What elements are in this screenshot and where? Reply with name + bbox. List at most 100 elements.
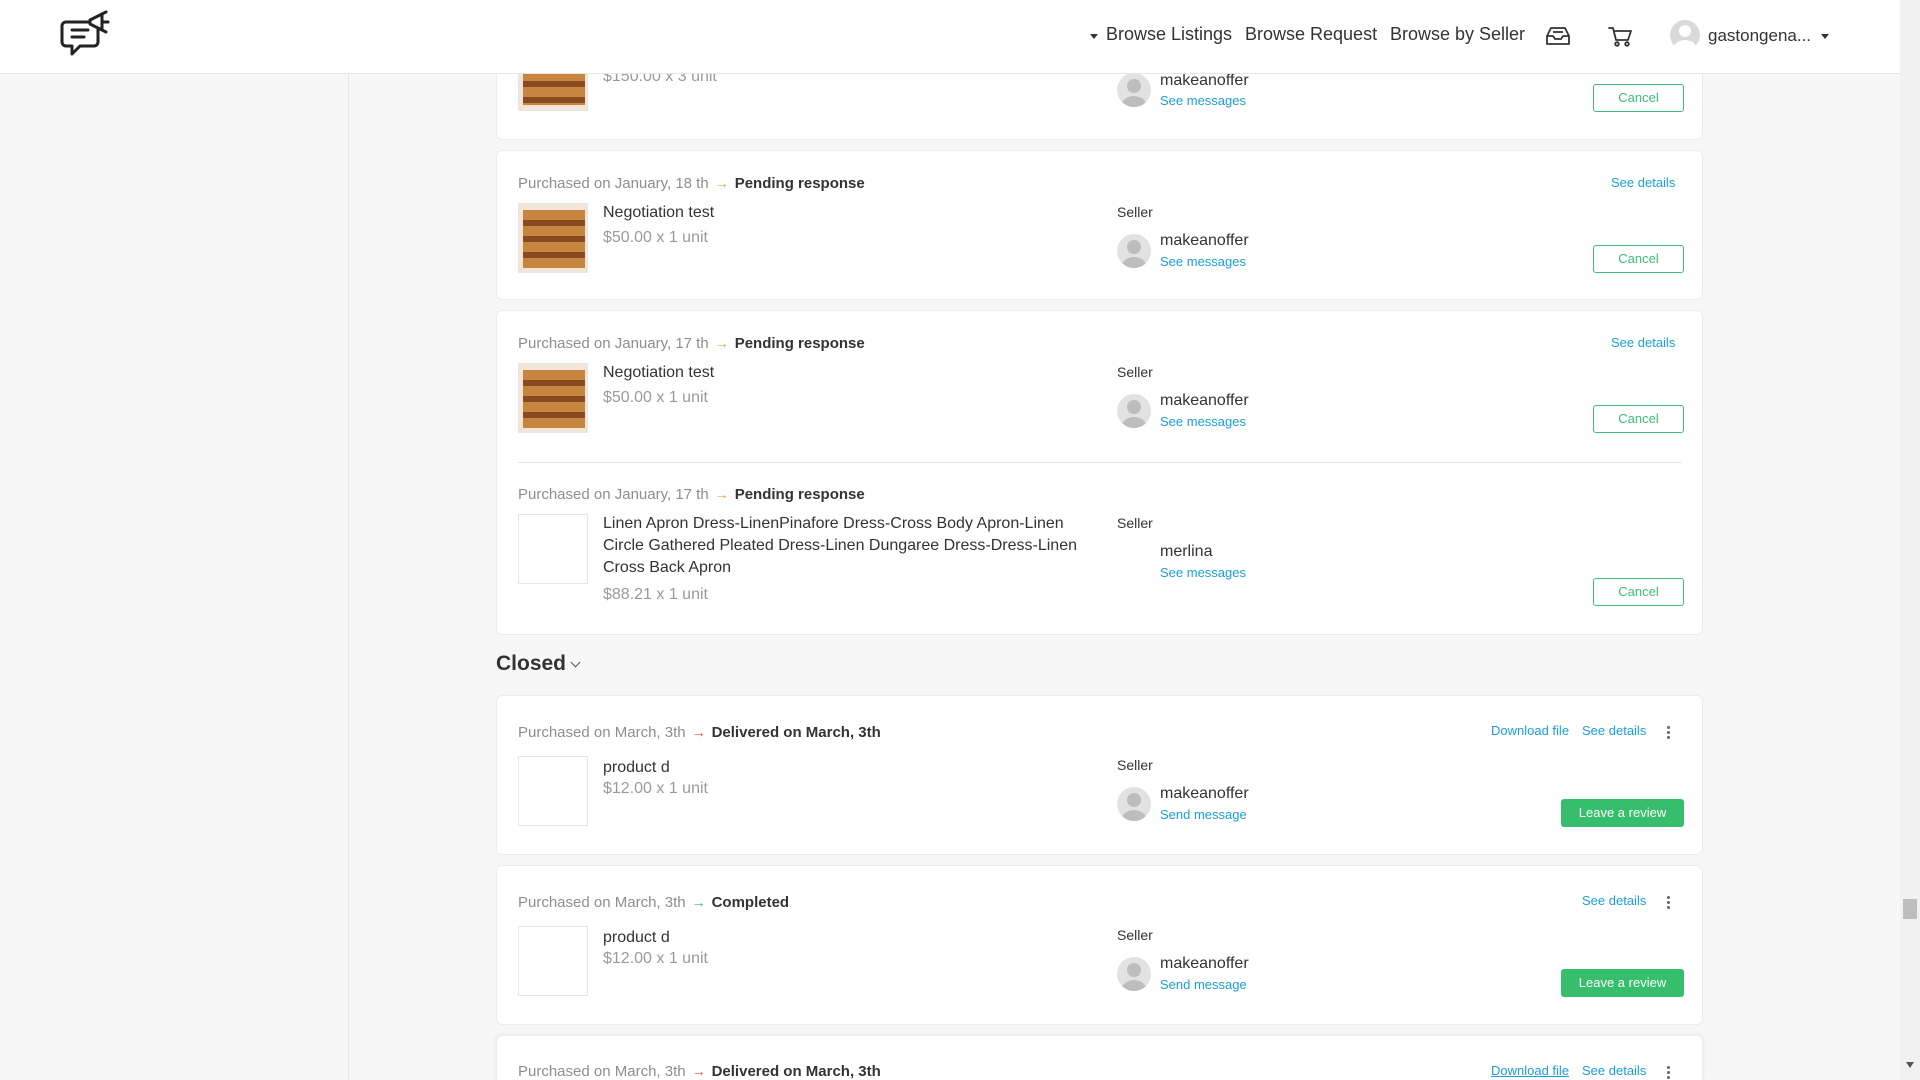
- product-price: $88.21 x 1 unit: [603, 586, 708, 603]
- order-status: Delivered on March, 3th: [711, 724, 881, 741]
- leave-review-button[interactable]: Leave a review: [1561, 799, 1684, 827]
- see-details-link[interactable]: See details: [1582, 893, 1646, 908]
- more-options-icon[interactable]: [1665, 895, 1671, 913]
- chevron-down-icon[interactable]: [1821, 34, 1829, 39]
- seller-avatar: [1117, 394, 1151, 428]
- cancel-button[interactable]: Cancel: [1593, 578, 1684, 606]
- arrow-right-icon: →: [691, 894, 706, 910]
- seller-name[interactable]: makeanoffer: [1160, 72, 1249, 90]
- cancel-button[interactable]: Cancel: [1593, 84, 1684, 112]
- scroll-down-arrow-icon[interactable]: [1906, 1062, 1914, 1068]
- download-file-link[interactable]: Download file: [1491, 1063, 1569, 1078]
- chevron-down-icon: [570, 657, 581, 668]
- product-title[interactable]: Negotiation test: [603, 202, 714, 224]
- purchase-date: Purchased on March, 3th: [518, 724, 686, 741]
- more-options-icon[interactable]: [1665, 1065, 1671, 1080]
- order-purchase-line: Purchased on January, 18 th → Pending resp…: [518, 175, 865, 192]
- product-price: $50.00 x 1 unit: [603, 389, 708, 406]
- product-title[interactable]: Negotiation test: [603, 362, 714, 384]
- arrow-right-icon: →: [714, 335, 729, 351]
- more-options-icon[interactable]: [1665, 725, 1671, 743]
- see-messages-link[interactable]: See messages: [1160, 414, 1246, 429]
- username-label[interactable]: gastongena...: [1708, 26, 1811, 46]
- seller-label: Seller: [1117, 515, 1153, 531]
- top-navigation-bar: Browse Listings Browse Request Browse by…: [0, 0, 1900, 74]
- product-image: [518, 363, 588, 433]
- browse-listings-caret-icon[interactable]: [1090, 34, 1098, 39]
- order-card: Purchased on March, 3th → Delivered on Mar…: [496, 1035, 1703, 1080]
- download-file-link[interactable]: Download file: [1491, 723, 1569, 738]
- section-title: Closed: [496, 652, 567, 675]
- seller-avatar: [1117, 957, 1151, 991]
- product-image: [518, 756, 588, 826]
- nav-browse-request[interactable]: Browse Request: [1245, 24, 1377, 45]
- purchase-date: Purchased on January, 17 th: [518, 486, 709, 503]
- vertical-scrollbar[interactable]: [1900, 0, 1920, 1080]
- see-details-link[interactable]: See details: [1582, 723, 1646, 738]
- see-details-link[interactable]: See details: [1582, 1063, 1646, 1078]
- product-title[interactable]: product d: [603, 927, 670, 949]
- see-details-link[interactable]: See details: [1611, 335, 1675, 350]
- product-title[interactable]: product d: [603, 757, 670, 779]
- purchase-date: Purchased on January, 17 th: [518, 335, 709, 352]
- avatar[interactable]: [1670, 20, 1700, 50]
- product-title[interactable]: Linen Apron Dress-LinenPinafore Dress-Cr…: [603, 513, 1093, 579]
- nav-browse-listings[interactable]: Browse Listings: [1106, 24, 1232, 45]
- order-status: Pending response: [734, 486, 865, 503]
- product-price: $50.00 x 1 unit: [603, 229, 708, 246]
- seller-name[interactable]: makeanoffer: [1160, 955, 1249, 973]
- product-price: $12.00 x 1 unit: [603, 950, 708, 967]
- arrow-right-icon: →: [714, 175, 729, 191]
- left-sidebar: [0, 74, 349, 1080]
- see-messages-link[interactable]: See messages: [1160, 254, 1246, 269]
- product-image: [518, 203, 588, 273]
- order-purchase-line: Purchased on March, 3th → Delivered on Mar…: [518, 724, 881, 741]
- send-message-link[interactable]: Send message: [1160, 807, 1247, 822]
- order-status: Pending response: [734, 175, 865, 192]
- see-messages-link[interactable]: See messages: [1160, 93, 1246, 108]
- inbox-icon[interactable]: [1544, 24, 1572, 48]
- product-image: [518, 926, 588, 996]
- order-card: Purchased on January, 17 th → Pending resp…: [496, 310, 1703, 635]
- arrow-right-icon: →: [691, 1063, 706, 1079]
- order-status: Pending response: [734, 335, 865, 352]
- cancel-button[interactable]: Cancel: [1593, 245, 1684, 273]
- order-purchase-line: Purchased on January, 17 th → Pending resp…: [518, 335, 865, 352]
- cart-icon[interactable]: [1606, 24, 1634, 48]
- purchase-date: Purchased on March, 3th: [518, 894, 686, 911]
- arrow-right-icon: →: [691, 724, 706, 740]
- purchase-date: Purchased on January, 18 th: [518, 175, 709, 192]
- order-card: Purchased on January, 18 th → Pending resp…: [496, 150, 1703, 300]
- order-status: Delivered on March, 3th: [711, 1063, 881, 1080]
- seller-label: Seller: [1117, 757, 1153, 773]
- order-card: Purchased on March, 3th → Completed See de…: [496, 865, 1703, 1025]
- seller-label: Seller: [1117, 364, 1153, 380]
- product-price: $12.00 x 1 unit: [603, 780, 708, 797]
- logo-chat-megaphone-icon[interactable]: [60, 10, 112, 62]
- leave-review-button[interactable]: Leave a review: [1561, 969, 1684, 997]
- scrollbar-thumb[interactable]: [1903, 899, 1917, 919]
- seller-name[interactable]: merlina: [1160, 543, 1212, 561]
- divider: [518, 462, 1681, 463]
- nav-browse-by-seller[interactable]: Browse by Seller: [1390, 24, 1525, 45]
- order-status: Completed: [711, 894, 790, 911]
- order-purchase-line: Purchased on March, 3th → Completed: [518, 894, 789, 911]
- see-details-link[interactable]: See details: [1611, 175, 1675, 190]
- seller-name[interactable]: makeanoffer: [1160, 232, 1249, 250]
- see-messages-link[interactable]: See messages: [1160, 565, 1246, 580]
- closed-section-toggle[interactable]: Closed: [496, 652, 581, 676]
- seller-avatar: [1117, 73, 1151, 107]
- seller-label: Seller: [1117, 204, 1153, 220]
- arrow-right-icon: →: [714, 486, 729, 502]
- seller-name[interactable]: makeanoffer: [1160, 392, 1249, 410]
- seller-avatar: [1117, 787, 1151, 821]
- seller-label: Seller: [1117, 927, 1153, 943]
- cancel-button[interactable]: Cancel: [1593, 405, 1684, 433]
- seller-name[interactable]: makeanoffer: [1160, 785, 1249, 803]
- order-card: Purchased on March, 3th → Delivered on Mar…: [496, 695, 1703, 855]
- seller-avatar: [1117, 234, 1151, 268]
- send-message-link[interactable]: Send message: [1160, 977, 1247, 992]
- purchase-date: Purchased on March, 3th: [518, 1063, 686, 1080]
- order-purchase-line: Purchased on January, 17 th → Pending resp…: [518, 486, 865, 503]
- product-image: [518, 514, 588, 584]
